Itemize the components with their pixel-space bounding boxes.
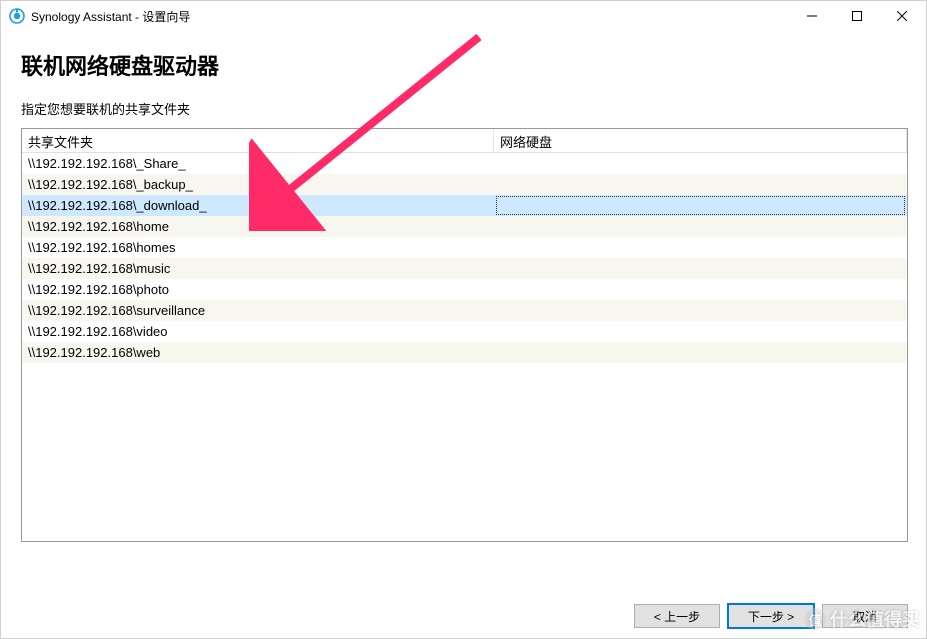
app-icon [9, 8, 25, 24]
share-path-cell: \\192.192.192.168\music [22, 261, 494, 276]
watermark: 值 什么值得买 [804, 606, 920, 632]
table-row[interactable]: \\192.192.192.168\video [22, 321, 907, 342]
share-path-cell: \\192.192.192.168\_Share_ [22, 156, 494, 171]
table-row[interactable]: \\192.192.192.168\home [22, 216, 907, 237]
share-path-cell: \\192.192.192.168\video [22, 324, 494, 339]
window-title: Synology Assistant - 设置向导 [31, 8, 190, 25]
close-button[interactable] [879, 2, 924, 30]
table-row[interactable]: \\192.192.192.168\_download_ [22, 195, 907, 216]
watermark-text: 什么值得买 [830, 606, 920, 632]
table-row[interactable]: \\192.192.192.168\homes [22, 237, 907, 258]
share-path-cell: \\192.192.192.168\web [22, 345, 494, 360]
back-button[interactable]: < 上一步 [634, 604, 720, 628]
share-path-cell: \\192.192.192.168\surveillance [22, 303, 494, 318]
share-path-cell: \\192.192.192.168\homes [22, 240, 494, 255]
column-share[interactable]: 共享文件夹 [22, 129, 494, 152]
watermark-icon: 值 [804, 608, 826, 630]
share-path-cell: \\192.192.192.168\_backup_ [22, 177, 494, 192]
table-row[interactable]: \\192.192.192.168\_Share_ [22, 153, 907, 174]
table-row[interactable]: \\192.192.192.168\_backup_ [22, 174, 907, 195]
grid-header: 共享文件夹 网络硬盘 [22, 129, 907, 153]
next-button[interactable]: 下一步 > [728, 604, 814, 628]
share-path-cell: \\192.192.192.168\_download_ [22, 198, 494, 213]
page-subheading: 指定您想要联机的共享文件夹 [21, 99, 906, 118]
share-path-cell: \\192.192.192.168\home [22, 219, 494, 234]
share-path-cell: \\192.192.192.168\photo [22, 282, 494, 297]
share-grid: 共享文件夹 网络硬盘 \\192.192.192.168\_Share_\\19… [21, 128, 908, 542]
table-row[interactable]: \\192.192.192.168\web [22, 342, 907, 363]
column-drive[interactable]: 网络硬盘 [494, 129, 907, 152]
table-row[interactable]: \\192.192.192.168\surveillance [22, 300, 907, 321]
titlebar: Synology Assistant - 设置向导 [1, 1, 926, 31]
minimize-button[interactable] [789, 2, 834, 30]
table-row[interactable]: \\192.192.192.168\music [22, 258, 907, 279]
page-heading: 联机网络硬盘驱动器 [21, 49, 906, 81]
grid-body: \\192.192.192.168\_Share_ \\192.192.192.1… [22, 153, 907, 363]
maximize-button[interactable] [834, 2, 879, 30]
drive-cell[interactable] [494, 196, 907, 215]
table-row[interactable]: \\192.192.192.168\photo [22, 279, 907, 300]
